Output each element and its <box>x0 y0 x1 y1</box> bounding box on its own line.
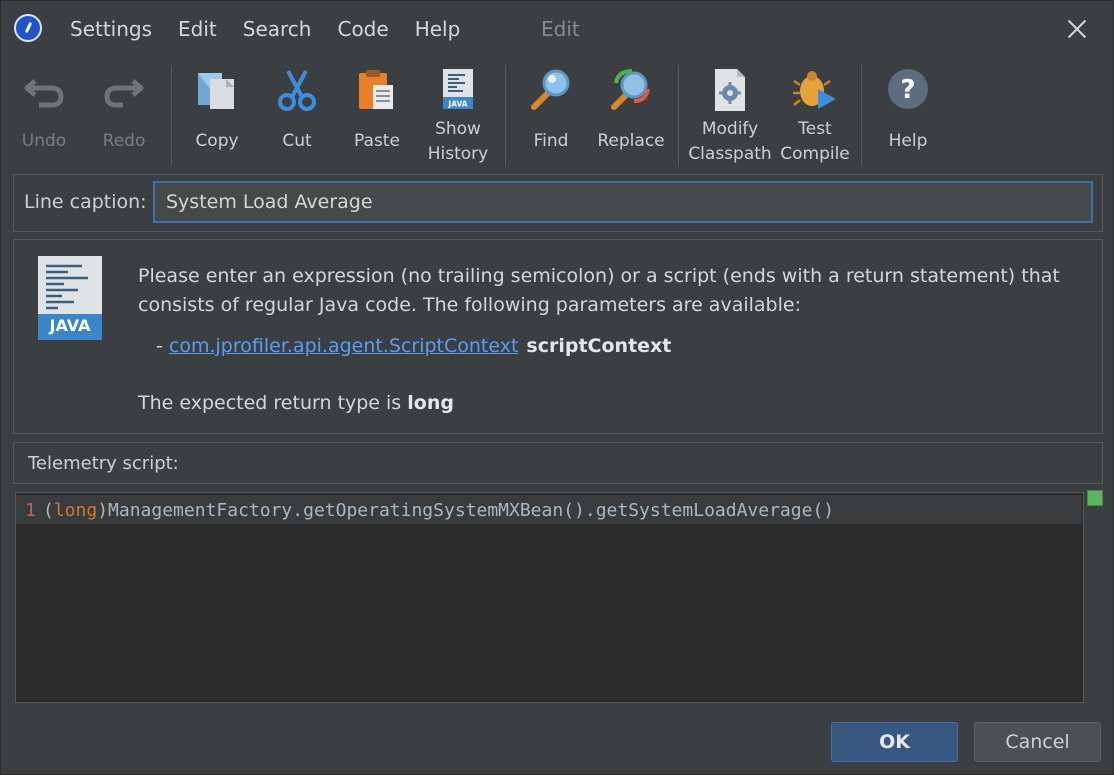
code-text[interactable]: (long)ManagementFactory.getOperatingSyst… <box>43 500 834 521</box>
telemetry-script-panel: Telemetry script: <box>13 442 1103 484</box>
menu-help[interactable]: Help <box>402 15 474 43</box>
undo-button[interactable]: Undo <box>5 59 83 169</box>
return-type-prefix: The expected return type is <box>138 392 408 414</box>
menu-settings[interactable]: Settings <box>57 15 165 43</box>
classpath-gear-icon <box>715 69 745 111</box>
script-info-panel: JAVA Please enter an expression (no trai… <box>13 239 1103 434</box>
code-line-current[interactable]: 1 (long)ManagementFactory.getOperatingSy… <box>16 495 1082 524</box>
bug-play-icon <box>793 71 836 109</box>
parameter-bullet: - <box>156 335 169 357</box>
code-editor[interactable]: 1 (long)ManagementFactory.getOperatingSy… <box>15 492 1084 703</box>
menu-code[interactable]: Code <box>324 15 401 43</box>
scissors-icon <box>278 70 316 111</box>
clipboard-icon <box>359 70 393 109</box>
window-title: Edit <box>541 17 580 41</box>
return-type: long <box>407 392 454 414</box>
menu-bar: Settings Edit Search Code Help <box>57 15 473 43</box>
show-history-label: Show History <box>427 119 489 164</box>
code-paren: ( <box>43 500 54 521</box>
toolbar-separator <box>678 65 679 165</box>
cancel-button[interactable]: Cancel <box>974 722 1101 762</box>
replace-label: Replace <box>597 131 665 151</box>
copy-button[interactable]: Copy <box>178 59 256 169</box>
close-icon[interactable] <box>1063 15 1091 43</box>
paste-button[interactable]: Paste <box>338 59 416 169</box>
magnifier-icon <box>531 69 570 110</box>
code-keyword: long <box>53 500 98 521</box>
script-description: Please enter an expression (no trailing … <box>138 265 1060 316</box>
undo-icon <box>24 79 64 108</box>
menu-edit[interactable]: Edit <box>165 15 230 43</box>
line-number: 1 <box>25 500 36 521</box>
java-icon-text: JAVA <box>49 316 91 335</box>
line-caption-input[interactable] <box>153 181 1093 223</box>
modify-classpath-button[interactable]: Modify Classpath <box>688 59 772 169</box>
menu-search[interactable]: Search <box>230 15 325 43</box>
parameter-name: scriptContext <box>526 335 672 357</box>
test-compile-button[interactable]: Test Compile <box>776 59 854 169</box>
ok-button[interactable]: OK <box>831 722 958 762</box>
line-caption-panel: Line caption: <box>13 174 1103 232</box>
toolbar: Undo Redo Copy Cut Paste JAVA Show Histo… <box>1 59 1113 171</box>
compile-status-indicator <box>1087 490 1103 506</box>
svg-text:?: ? <box>900 75 915 105</box>
redo-icon <box>104 79 144 108</box>
telemetry-script-label: Telemetry script: <box>28 453 179 474</box>
help-button[interactable]: ? Help <box>869 59 947 169</box>
modify-classpath-label: Modify Classpath <box>688 119 772 164</box>
cut-button[interactable]: Cut <box>258 59 336 169</box>
java-history-icon: JAVA <box>443 69 473 109</box>
redo-label: Redo <box>102 131 146 151</box>
show-history-button[interactable]: JAVA Show History <box>419 59 497 169</box>
copy-icon <box>198 73 234 109</box>
replace-button[interactable]: Replace <box>592 59 670 169</box>
help-label: Help <box>888 131 928 151</box>
line-caption-label: Line caption: <box>24 191 147 213</box>
app-logo-icon <box>14 14 42 42</box>
test-compile-label: Test Compile <box>780 119 850 164</box>
replace-icon <box>611 69 650 110</box>
edit-dialog: Settings Edit Search Code Help Edit Undo… <box>0 0 1114 775</box>
svg-text:JAVA: JAVA <box>447 100 467 109</box>
find-button[interactable]: Find <box>512 59 590 169</box>
title-bar: Settings Edit Search Code Help Edit <box>1 1 1113 57</box>
redo-button[interactable]: Redo <box>85 59 163 169</box>
parameter-type-link[interactable]: com.jprofiler.api.agent.ScriptContext <box>169 335 519 357</box>
help-icon: ? <box>888 69 928 109</box>
parameter-line: - com.jprofiler.api.agent.ScriptContext s… <box>156 335 671 357</box>
code-expression: )ManagementFactory.getOperatingSystemMXB… <box>97 500 835 521</box>
return-type-line: The expected return type is long <box>138 392 454 414</box>
